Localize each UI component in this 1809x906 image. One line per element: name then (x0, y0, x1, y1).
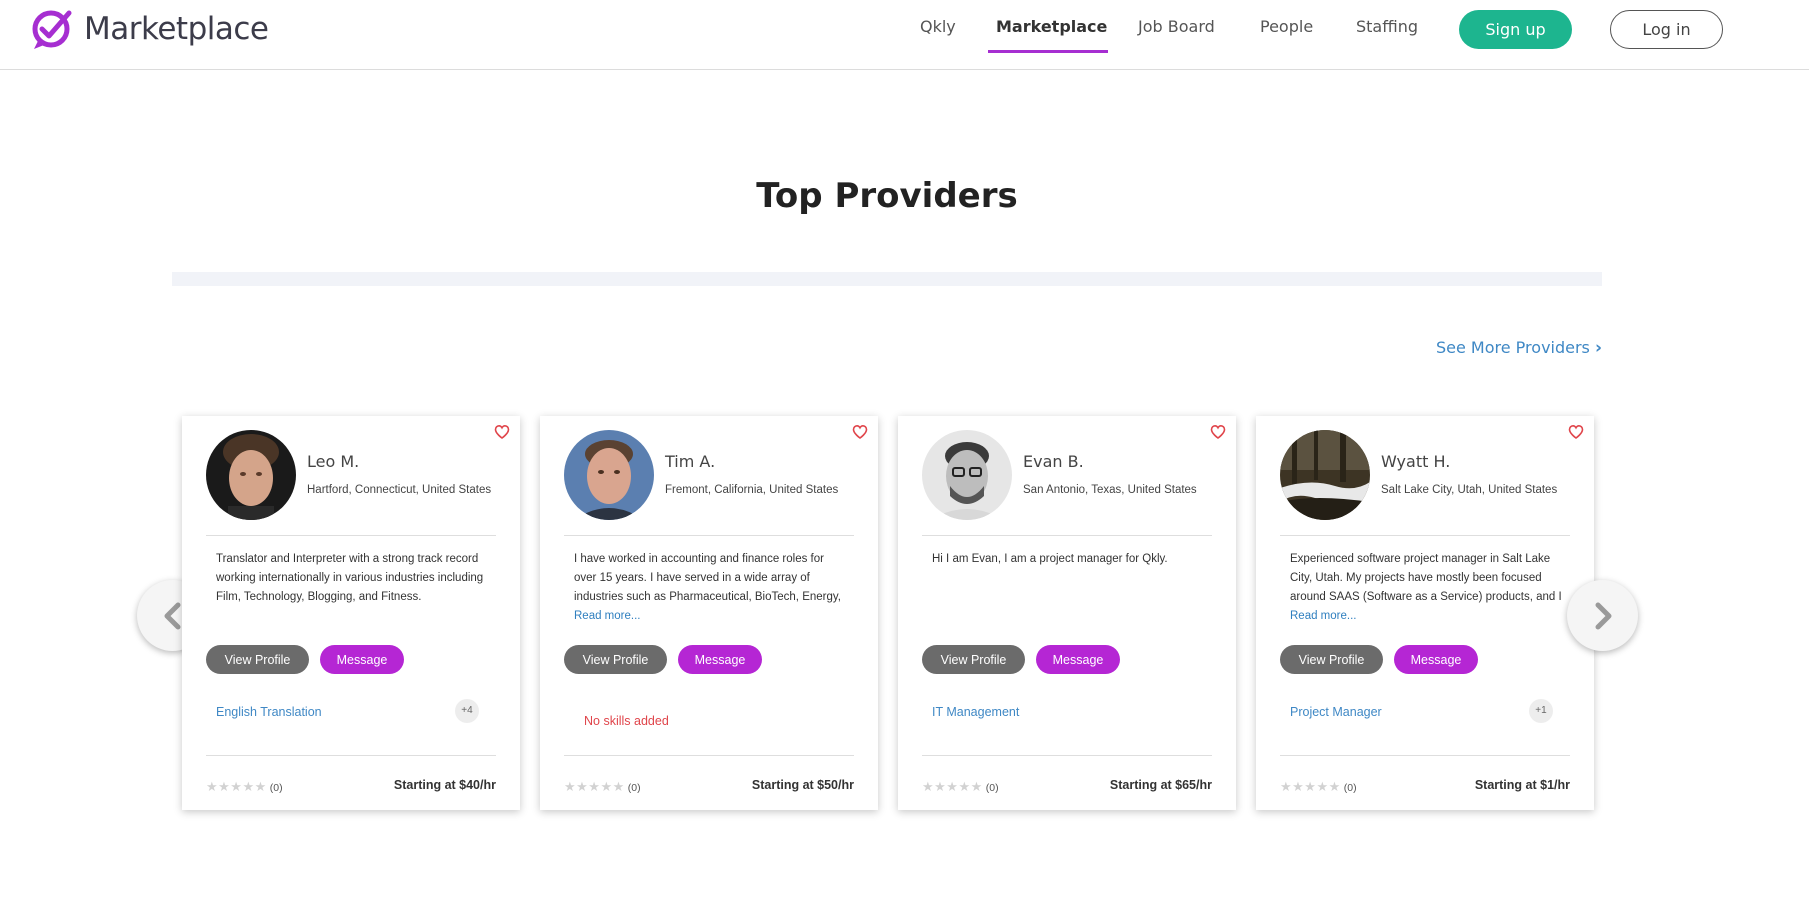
provider-location: Fremont, California, United States (665, 484, 839, 496)
starting-price: Starting at $1/hr (1474, 778, 1570, 792)
more-skills-badge[interactable]: +1 (1529, 699, 1553, 723)
message-button[interactable]: Message (1394, 645, 1478, 674)
provider-card: Evan B. San Antonio, Texas, United State… (898, 416, 1236, 810)
more-skills-badge[interactable]: +4 (455, 699, 479, 723)
skill-tag[interactable]: Project Manager (1290, 705, 1382, 719)
provider-bio: I have worked in accounting and finance … (574, 550, 846, 626)
divider (922, 535, 1212, 536)
provider-bio: Hi I am Evan, I am a project manager for… (932, 550, 1204, 569)
view-profile-button[interactable]: View Profile (564, 645, 667, 674)
skill-tag[interactable]: English Translation (216, 705, 322, 719)
starting-price: Starting at $50/hr (751, 778, 854, 792)
provider-name[interactable]: Evan B. (1023, 452, 1084, 471)
message-button[interactable]: Message (320, 645, 404, 674)
divider (564, 755, 854, 756)
rating-stars: ★★★★★ (0) (1280, 779, 1357, 794)
see-more-label: See More Providers (1436, 338, 1590, 357)
see-more-providers-link[interactable]: See More Providers › (1436, 338, 1602, 358)
nav-item-qkly[interactable]: Qkly (920, 17, 956, 36)
chevron-right-icon (1595, 602, 1612, 630)
divider (206, 755, 496, 756)
chevron-right-icon: › (1594, 338, 1602, 358)
message-button[interactable]: Message (1036, 645, 1120, 674)
heart-outline-icon[interactable] (1210, 424, 1226, 440)
rating-stars: ★★★★★ (0) (564, 779, 641, 794)
divider-band (172, 272, 1602, 286)
heart-outline-icon[interactable] (494, 424, 510, 440)
avatar[interactable] (922, 430, 1012, 520)
avatar-photo (1280, 430, 1370, 520)
nav-item-marketplace[interactable]: Marketplace (996, 17, 1107, 36)
bio-text: Hi I am Evan, I am a project manager for… (932, 553, 1168, 565)
heart-outline-icon[interactable] (852, 424, 868, 440)
provider-location: San Antonio, Texas, United States (1023, 484, 1197, 496)
avatar-photo (564, 430, 654, 520)
section-title: Top Providers (756, 176, 1018, 216)
bio-text: Experienced software project manager in … (1290, 553, 1562, 603)
active-nav-indicator (988, 50, 1108, 53)
avatar[interactable] (1280, 430, 1370, 520)
rating-stars: ★★★★★ (0) (922, 779, 999, 794)
rating-count: (0) (1343, 782, 1357, 794)
divider (1280, 535, 1570, 536)
starting-price: Starting at $40/hr (393, 778, 496, 792)
login-button[interactable]: Log in (1610, 10, 1723, 49)
provider-location: Hartford, Connecticut, United States (307, 484, 492, 496)
view-profile-button[interactable]: View Profile (1280, 645, 1383, 674)
provider-bio: Translator and Interpreter with a strong… (216, 550, 488, 607)
signup-button[interactable]: Sign up (1459, 10, 1572, 49)
nav-item-staffing[interactable]: Staffing (1356, 17, 1418, 36)
divider (564, 535, 854, 536)
no-skills-text: No skills added (584, 714, 669, 728)
rating-stars: ★★★★★ (0) (206, 779, 283, 794)
bio-text: I have worked in accounting and finance … (574, 553, 841, 603)
rating-count: (0) (269, 782, 283, 794)
marketplace-logo-icon (32, 10, 72, 49)
nav-item-job-board[interactable]: Job Board (1138, 17, 1215, 36)
carousel-next-button[interactable] (1567, 580, 1638, 651)
provider-bio: Experienced software project manager in … (1290, 550, 1562, 626)
bio-text: Translator and Interpreter with a strong… (216, 553, 484, 603)
brand[interactable]: Marketplace (30, 7, 269, 51)
provider-card: Tim A. Fremont, California, United State… (540, 416, 878, 810)
read-more-link[interactable]: Read more... (1290, 607, 1562, 626)
starting-price: Starting at $65/hr (1109, 778, 1212, 792)
view-profile-button[interactable]: View Profile (922, 645, 1025, 674)
rating-count: (0) (627, 782, 641, 794)
divider (206, 535, 496, 536)
heart-outline-icon[interactable] (1568, 424, 1584, 440)
brand-name: Marketplace (84, 11, 269, 47)
avatar[interactable] (206, 430, 296, 520)
view-profile-button[interactable]: View Profile (206, 645, 309, 674)
message-button[interactable]: Message (678, 645, 762, 674)
nav-item-people[interactable]: People (1260, 17, 1313, 36)
divider (1280, 755, 1570, 756)
avatar-photo (206, 430, 296, 520)
provider-location: Salt Lake City, Utah, United States (1381, 484, 1558, 496)
avatar-photo (922, 430, 1012, 520)
rating-count: (0) (985, 782, 999, 794)
avatar[interactable] (564, 430, 654, 520)
provider-name[interactable]: Tim A. (665, 452, 715, 471)
provider-name[interactable]: Leo M. (307, 452, 359, 471)
skill-tag[interactable]: IT Management (932, 705, 1019, 719)
top-navbar: Marketplace Qkly Marketplace Job Board P… (0, 0, 1809, 70)
read-more-link[interactable]: Read more... (574, 607, 846, 626)
provider-name[interactable]: Wyatt H. (1381, 452, 1450, 471)
provider-card: Leo M. Hartford, Connecticut, United Sta… (182, 416, 520, 810)
divider (922, 755, 1212, 756)
provider-card: Wyatt H. Salt Lake City, Utah, United St… (1256, 416, 1594, 810)
